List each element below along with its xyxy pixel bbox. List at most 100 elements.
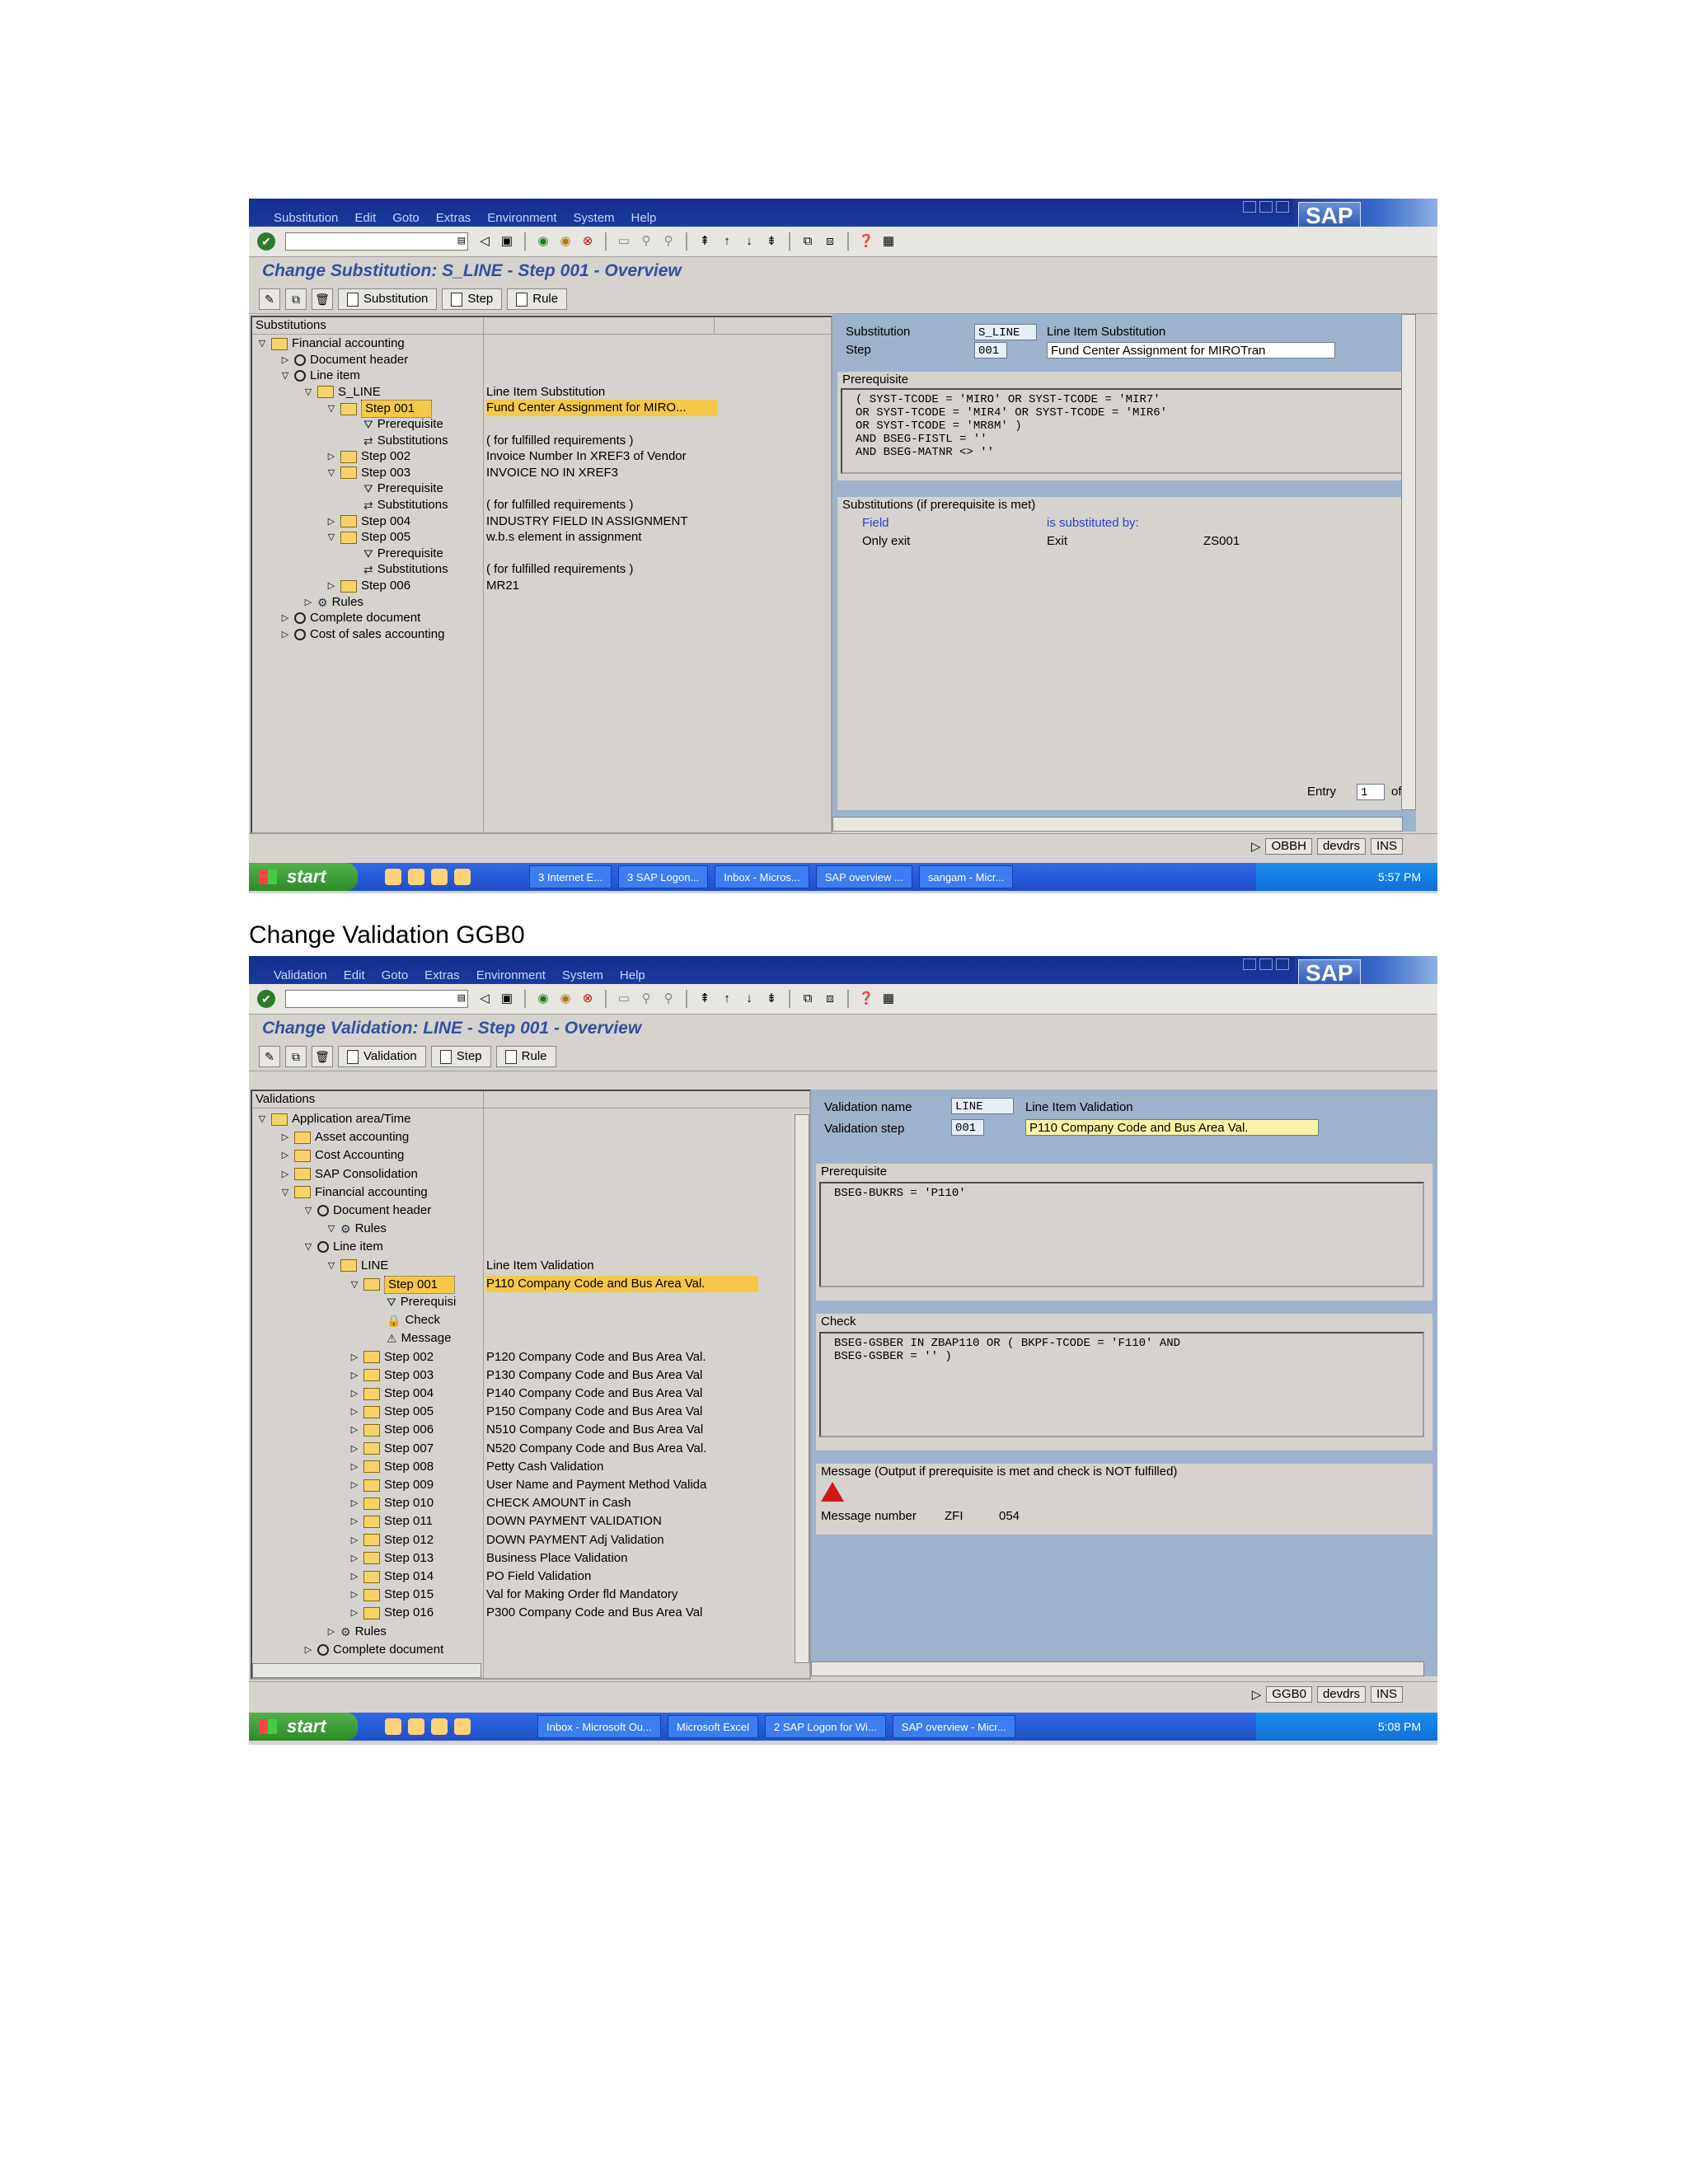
close-icon[interactable] [1276, 201, 1289, 213]
enter-check-icon[interactable]: ✔ [257, 990, 275, 1008]
tree-node[interactable]: ▽ ⚙ Rules [252, 1221, 809, 1237]
outlook-icon[interactable] [408, 1718, 424, 1735]
ie-icon[interactable] [385, 1718, 401, 1735]
prev-page-icon[interactable]: ↑ [719, 233, 735, 250]
collapsed-triangle-icon[interactable]: ▷ [349, 1422, 359, 1438]
collapsed-triangle-icon[interactable]: ▷ [280, 1129, 290, 1146]
menu-system[interactable]: System [574, 211, 615, 225]
expanded-triangle-icon[interactable]: ▽ [326, 1221, 336, 1237]
media-icon[interactable] [431, 869, 448, 885]
tree-node[interactable]: ▷ Complete document [252, 1642, 809, 1658]
horizontal-scrollbar[interactable] [832, 817, 1403, 832]
shortcut-icon[interactable]: ⧈ [822, 991, 838, 1007]
prev-page-icon[interactable]: ↑ [719, 991, 735, 1007]
taskbar-task[interactable]: Inbox - Microsoft Ou... [537, 1715, 661, 1738]
expanded-triangle-icon[interactable]: ▽ [257, 1111, 267, 1127]
validation-step-field[interactable]: 001 [951, 1119, 984, 1136]
substitution-tree[interactable]: Substitutions ▽ Financial accounting ▷ Docu… [251, 316, 832, 834]
maximize-icon[interactable] [1259, 958, 1273, 970]
collapsed-triangle-icon[interactable]: ▷ [349, 1459, 359, 1475]
tree-node[interactable]: ▷ Step 016 P300 Company Code and Bus Area … [252, 1605, 809, 1621]
next-page-icon[interactable]: ↓ [741, 233, 757, 250]
collapsed-triangle-icon[interactable]: ▷ [280, 352, 290, 368]
taskbar-task[interactable]: SAP overview - Micr... [892, 1715, 1015, 1738]
tree-node[interactable]: ⇄ Substitutions ( for fulfilled requiremen… [252, 433, 831, 449]
expanded-triangle-icon[interactable]: ▽ [257, 335, 267, 352]
taskbar-task[interactable]: SAP overview ... [815, 865, 912, 888]
save-icon[interactable]: ▣ [499, 233, 515, 250]
expanded-triangle-icon[interactable]: ▽ [326, 529, 336, 546]
collapsed-triangle-icon[interactable]: ▷ [349, 1367, 359, 1384]
taskbar-task[interactable]: Microsoft Excel [667, 1715, 759, 1738]
maximize-icon[interactable] [1259, 201, 1273, 213]
tree-node[interactable]: ▷ Step 007 N520 Company Code and Bus Area … [252, 1441, 809, 1457]
menu-goto[interactable]: Goto [392, 211, 420, 225]
tree-node[interactable]: ▷ Step 015 Val for Making Order fld Mandat… [252, 1586, 809, 1603]
collapsed-triangle-icon[interactable]: ▷ [280, 610, 290, 626]
menu-extras[interactable]: Extras [436, 211, 471, 225]
collapsed-triangle-icon[interactable]: ▷ [303, 1642, 313, 1658]
collapsed-triangle-icon[interactable]: ▷ [326, 578, 336, 594]
collapsed-triangle-icon[interactable]: ▷ [349, 1477, 359, 1493]
copy-icon[interactable]: ⧉ [285, 288, 307, 310]
exit-icon[interactable]: ◉ [557, 233, 574, 250]
help-icon[interactable]: ❓ [858, 233, 874, 250]
tree-node[interactable]: ▷ SAP Consolidation [252, 1166, 809, 1183]
menu-system[interactable]: System [562, 968, 603, 982]
tree-node[interactable]: ▷ Step 013 Business Place Validation [252, 1550, 809, 1567]
tree-node[interactable]: ▽ Financial accounting [252, 1184, 809, 1201]
validation-name-field[interactable]: LINE [951, 1098, 1014, 1114]
status-expand-icon[interactable]: ▷ [1251, 839, 1261, 854]
tree-node[interactable]: ▽ Financial accounting [252, 335, 831, 352]
horizontal-scrollbar[interactable] [811, 1661, 1424, 1676]
expanded-triangle-icon[interactable]: ▽ [326, 1258, 336, 1274]
menu-edit[interactable]: Edit [354, 211, 376, 225]
validation-button[interactable]: Validation [338, 1046, 426, 1067]
collapsed-triangle-icon[interactable]: ▷ [280, 1147, 290, 1164]
desktop-icon[interactable] [454, 869, 471, 885]
tree-node[interactable]: ▷ Step 012 DOWN PAYMENT Adj Validation [252, 1532, 809, 1549]
tree-node[interactable]: ⇄ Substitutions ( for fulfilled requiremen… [252, 497, 831, 513]
taskbar-task[interactable]: Inbox - Micros... [715, 865, 809, 888]
edit-icon[interactable]: ✎ [259, 1046, 280, 1067]
collapsed-triangle-icon[interactable]: ▷ [349, 1513, 359, 1530]
collapsed-triangle-icon[interactable]: ▷ [349, 1586, 359, 1603]
close-icon[interactable] [1276, 958, 1289, 970]
tree-node[interactable]: ▷ Cost of sales accounting [252, 626, 831, 643]
tree-node[interactable]: ▷ Asset accounting [252, 1129, 809, 1146]
delete-icon[interactable]: 🗑 [312, 288, 333, 310]
expanded-triangle-icon[interactable]: ▽ [303, 1202, 313, 1219]
desktop-icon[interactable] [454, 1718, 471, 1735]
rule-button[interactable]: Rule [507, 288, 568, 310]
tree-horizontal-scrollbar[interactable] [252, 1663, 481, 1678]
tree-node[interactable]: ▷ Step 003 P130 Company Code and Bus Area … [252, 1367, 809, 1384]
tree-node[interactable]: ▽ Step 001 Fund Center Assignment for MIRO… [252, 400, 831, 419]
collapsed-triangle-icon[interactable]: ▷ [280, 1166, 290, 1183]
tree-node[interactable]: ▷ Step 004 INDUSTRY FIELD IN ASSIGNMENT [252, 513, 831, 530]
expanded-triangle-icon[interactable]: ▽ [280, 1184, 290, 1201]
substitution-field[interactable]: S_LINE [974, 324, 1037, 340]
menu-goto[interactable]: Goto [382, 968, 409, 982]
menu-environment[interactable]: Environment [476, 968, 546, 982]
tree-node[interactable]: ▽ Application area/Time [252, 1111, 809, 1127]
menu-help[interactable]: Help [620, 968, 645, 982]
menu-substitution[interactable]: Substitution [274, 211, 338, 225]
enter-check-icon[interactable]: ✔ [257, 232, 275, 251]
cancel-icon[interactable]: ⊗ [579, 233, 596, 250]
tree-node[interactable]: ▷ Step 002 Invoice Number In XREF3 of Vend… [252, 448, 831, 465]
new-session-icon[interactable]: ⧉ [799, 991, 816, 1007]
tree-node[interactable]: ▷ Complete document [252, 610, 831, 626]
collapsed-triangle-icon[interactable]: ▷ [349, 1550, 359, 1567]
tree-node[interactable]: ▽ S_LINE Line Item Substitution [252, 384, 831, 401]
tree-node[interactable]: ▷ Step 002 P120 Company Code and Bus Area … [252, 1349, 809, 1366]
collapsed-triangle-icon[interactable]: ▷ [349, 1385, 359, 1402]
tree-node[interactable]: ⛛ Prerequisite [252, 546, 831, 562]
back-arrow-icon[interactable]: ◁ [476, 233, 493, 250]
expanded-triangle-icon[interactable]: ▽ [326, 465, 336, 481]
expanded-triangle-icon[interactable]: ▽ [303, 384, 313, 401]
tree-node[interactable]: ▷ Step 005 P150 Company Code and Bus Area … [252, 1404, 809, 1420]
tree-node[interactable]: ▷ Document header [252, 352, 831, 368]
media-icon[interactable] [431, 1718, 448, 1735]
taskbar-task[interactable]: 3 Internet E... [529, 865, 612, 888]
save-icon[interactable]: ▣ [499, 991, 515, 1007]
